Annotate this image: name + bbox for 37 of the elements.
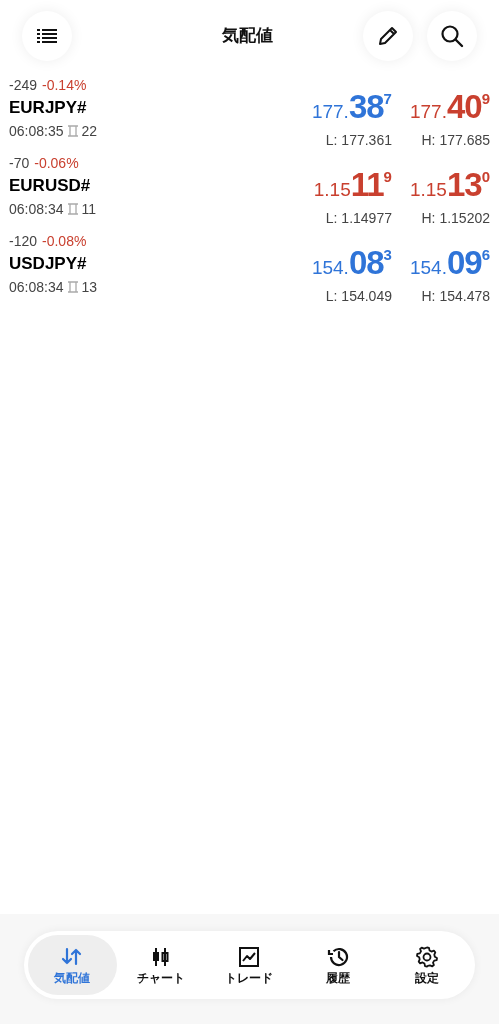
spread-value: 11: [81, 200, 97, 219]
tab-bar-item[interactable]: トレード: [205, 935, 294, 995]
symbol-name: USDJPY#: [9, 253, 88, 275]
spread-icon: [66, 203, 79, 215]
line-chart-icon: [238, 946, 261, 968]
change-percent: -0.08%: [42, 232, 87, 250]
quote-time: 06:08:34: [9, 200, 64, 219]
symbol-name: EURUSD#: [9, 175, 92, 197]
tab-bar-item[interactable]: 設定: [382, 935, 471, 995]
high-price: H: 1.15202: [421, 209, 490, 228]
low-price: L: 154.049: [325, 287, 392, 306]
change-points: -70: [9, 154, 30, 172]
arrows-icon: [61, 946, 84, 968]
high-price: H: 177.685: [421, 131, 490, 150]
change-points: -249: [9, 76, 38, 94]
high-price: H: 154.478: [421, 287, 490, 306]
low-price: L: 1.14977: [325, 209, 392, 228]
spread-icon: [66, 281, 79, 293]
symbol-name: EURJPY#: [9, 97, 88, 119]
low-price: L: 177.361: [325, 131, 392, 150]
change-percent: -0.06%: [34, 154, 79, 172]
change-percent: -0.14%: [42, 76, 87, 94]
change-points: -120: [9, 232, 38, 250]
history-icon: [327, 946, 350, 968]
quote-time: 06:08:35: [9, 122, 64, 141]
screen-title: 気配値: [222, 24, 273, 48]
list-icon: [37, 28, 57, 44]
tab-bar-item[interactable]: 履歴: [293, 935, 383, 995]
tab-bar-item[interactable]: チャート: [116, 935, 206, 995]
pencil-icon: [378, 26, 398, 46]
spread-value: 22: [81, 122, 98, 141]
spread-value: 13: [81, 278, 98, 297]
quote-time: 06:08:34: [9, 278, 64, 297]
settings-icon: [415, 946, 438, 968]
tab-bar-item[interactable]: 気配値: [28, 935, 117, 995]
spread-icon: [66, 125, 79, 137]
search-icon: [440, 24, 464, 48]
